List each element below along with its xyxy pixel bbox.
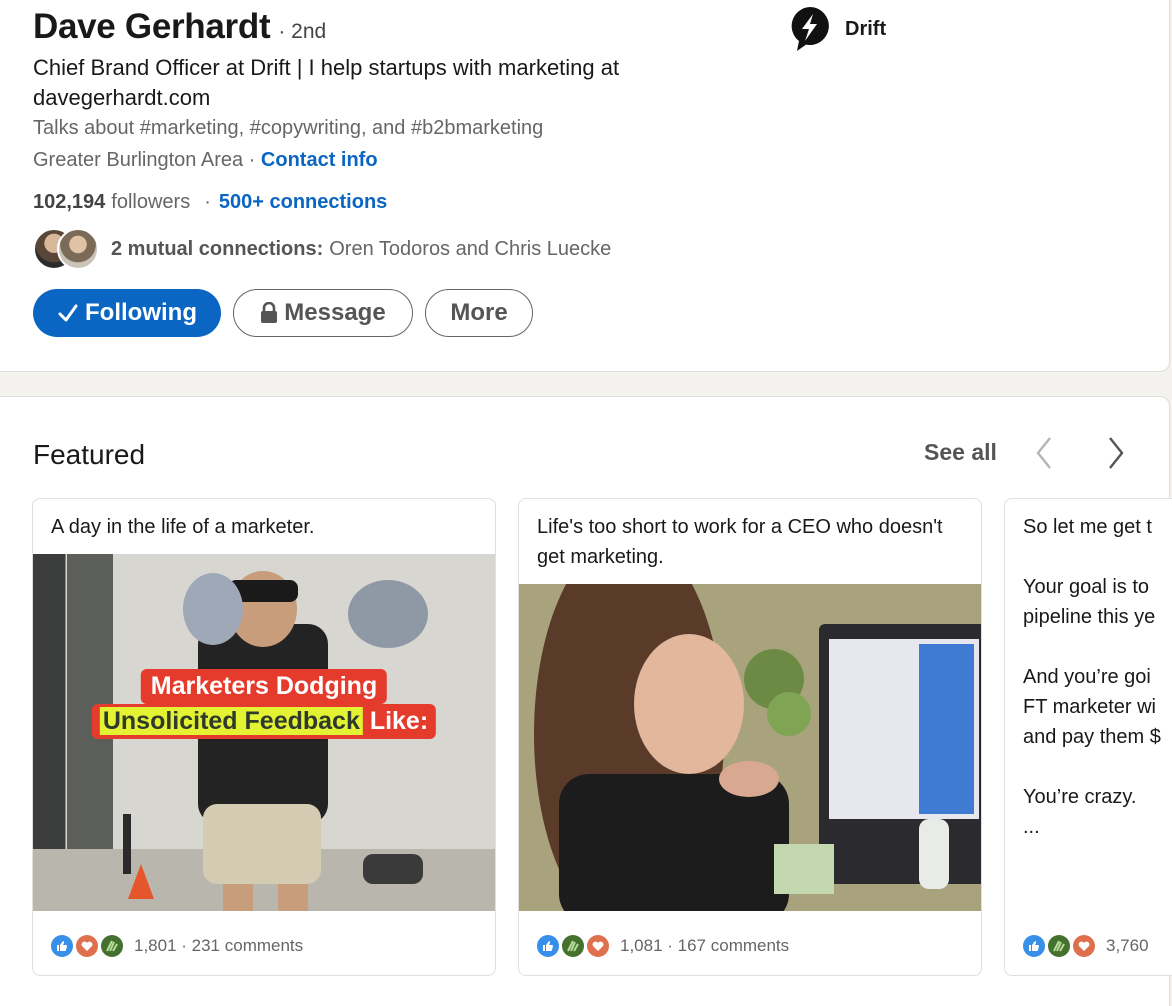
love-icon [1073,935,1095,957]
like-icon [537,935,559,957]
see-all-link[interactable]: See all [924,439,997,466]
featured-section: Featured See all A day in the life of a … [0,396,1172,1006]
mutual-label: 2 mutual connections: [111,237,324,260]
support-icon [562,935,584,957]
profile-actions: Following Message More [33,289,545,337]
location-row: Greater Burlington Area · Contact info [33,149,378,172]
featured-stats: 3,760 [1106,936,1149,955]
thumbnail-scene [519,584,981,911]
featured-item[interactable]: Life's too short to work for a CEO who d… [518,498,982,976]
profile-card: Dave Gerhardt · 2nd Chief Brand Officer … [0,0,1170,372]
followers-row: 102,194 followers · 500+ connections [33,191,387,214]
featured-title: Featured [33,439,146,470]
connections-separator: · [204,191,211,213]
featured-image[interactable] [519,584,981,911]
message-label: Message [284,299,386,326]
video-overlay-line1: Marketers Dodging [140,669,388,704]
drift-logo-icon [789,5,831,53]
featured-stats: 1,081 · 167 comments [620,936,790,955]
overlay-rest: Like: [362,707,429,735]
following-button[interactable]: Following [33,289,221,337]
profile-headline: Chief Brand Officer at Drift | I help st… [33,55,620,110]
featured-item[interactable]: So let me get t Your goal is to pipeline… [1004,498,1172,976]
featured-caption: A day in the life of a marketer. [51,516,315,538]
reaction-icons [537,935,612,957]
featured-item[interactable]: A day in the life of a marketer. Markete… [32,498,496,976]
chevron-right-icon[interactable] [1105,435,1127,471]
avatar [57,228,99,270]
featured-stats: 1,801 · 231 comments [134,936,304,955]
company-name: Drift [845,17,887,40]
reaction-icons [51,935,126,957]
like-icon [1023,935,1045,957]
profile-name: Dave Gerhardt [33,7,271,46]
featured-video-thumbnail[interactable]: Marketers Dodging Unsolicited Feedback L… [33,554,495,911]
support-icon [1048,935,1070,957]
followers-label: followers [111,191,191,213]
message-button[interactable]: Message [233,289,413,337]
overlay-highlight: Unsolicited Feedback [99,707,363,735]
followers-count: 102,194 [33,191,106,213]
following-label: Following [85,299,197,326]
support-icon [101,935,123,957]
love-icon [587,935,609,957]
reaction-icons [1023,935,1098,957]
video-overlay-line2: Unsolicited Feedback Like: [91,704,437,739]
featured-social-counts[interactable]: 1,801 · 231 comments [51,935,303,957]
love-icon [76,935,98,957]
mutual-names: Oren Todoros and Chris Luecke [329,237,612,260]
mutual-connections[interactable]: 2 mutual connections: Oren Todoros and C… [33,228,611,270]
connections-link[interactable]: 500+ connections [219,191,387,214]
featured-caption: Life's too short to work for a CEO who d… [537,516,943,568]
current-company[interactable]: Drift [789,5,886,53]
location: Greater Burlington Area [33,149,244,171]
checkmark-icon [57,302,79,324]
contact-info-link[interactable]: Contact info [261,149,378,172]
name-row: Dave Gerhardt · 2nd [33,7,326,47]
like-icon [51,935,73,957]
location-separator: · [243,149,261,171]
more-label: More [450,299,508,326]
chevron-left-icon[interactable] [1033,435,1055,471]
talks-about: Talks about #marketing, #copywriting, an… [33,117,544,139]
more-button[interactable]: More [425,289,533,337]
featured-caption: So let me get t Your goal is to pipeline… [1023,516,1161,838]
featured-social-counts[interactable]: 3,760 [1023,935,1149,957]
connection-degree: · 2nd [278,20,327,43]
mutual-avatars [33,228,103,270]
lock-icon [260,302,278,324]
featured-social-counts[interactable]: 1,081 · 167 comments [537,935,789,957]
